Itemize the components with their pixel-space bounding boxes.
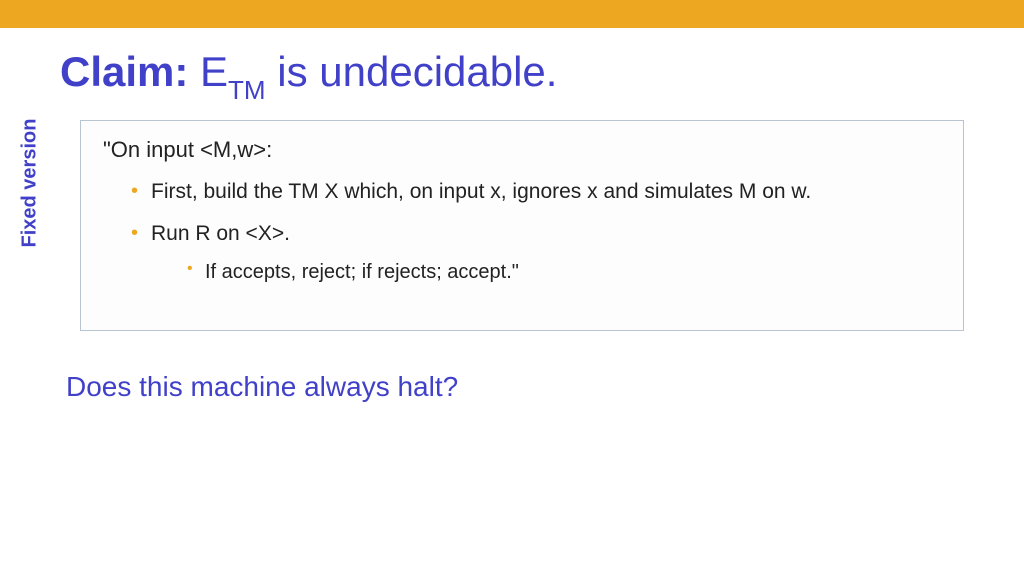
title-exp-sub: TM: [228, 75, 266, 105]
question-text: Does this machine always halt?: [66, 371, 964, 403]
title-exp-main: E: [200, 48, 228, 95]
slide-title: Claim: ETM is undecidable.: [60, 48, 964, 102]
bullet-list: First, build the TM X which, on input x,…: [103, 177, 941, 286]
header-accent-bar: [0, 0, 1024, 28]
list-item: First, build the TM X which, on input x,…: [131, 177, 941, 206]
algorithm-box: "On input <M,w>: First, build the TM X w…: [80, 120, 964, 331]
list-item: Run R on <X>. If accepts, reject; if rej…: [131, 219, 941, 286]
sidebar-label: Fixed version: [19, 119, 42, 248]
slide-content: Claim: ETM is undecidable. Fixed version…: [0, 28, 1024, 403]
title-claim: Claim:: [60, 48, 188, 95]
input-line: "On input <M,w>:: [103, 137, 941, 163]
list-item: If accepts, reject; if rejects; accept.": [187, 258, 941, 286]
title-rest: is undecidable.: [266, 48, 558, 95]
nested-list: If accepts, reject; if rejects; accept.": [151, 258, 941, 286]
list-item-text: Run R on <X>.: [151, 222, 290, 245]
